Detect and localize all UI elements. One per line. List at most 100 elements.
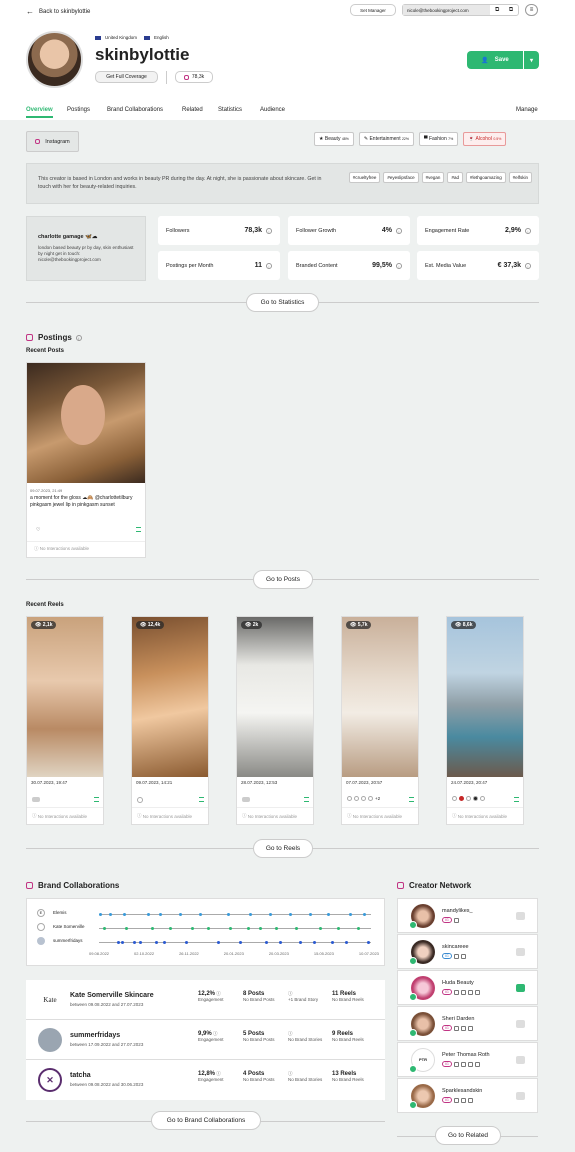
hashtag-chip[interactable]: #eyeslipsface (383, 172, 419, 183)
timeline-dot[interactable] (337, 927, 340, 930)
timeline-dot[interactable] (327, 913, 330, 916)
go-to-related-button[interactable]: Go to Related (435, 1126, 501, 1145)
timeline-dot[interactable] (275, 927, 278, 930)
instagram-followers-badge[interactable]: 78,3k (175, 71, 213, 83)
stats-icon[interactable] (199, 797, 204, 802)
timeline-dot[interactable] (239, 941, 242, 944)
category-chip[interactable]: ✎ Entertainment 22% (358, 132, 414, 146)
reel-card[interactable]: 👁 5,7k 07.07.2023, 20:57 +2 ⓘ No Interac… (341, 616, 419, 825)
timeline-dot[interactable] (357, 927, 360, 930)
folder-icon[interactable] (516, 1020, 525, 1028)
timeline-dot[interactable] (99, 913, 102, 916)
email-address[interactable]: nicole@thebookingproject.com (403, 5, 491, 15)
network-creator-row[interactable]: Sheri Darden IG (397, 1006, 538, 1041)
network-creator-row[interactable]: mandylikes_ IG (397, 898, 538, 933)
timeline-dot[interactable] (163, 941, 166, 944)
timeline-dot[interactable] (185, 941, 188, 944)
timeline-dot[interactable] (155, 941, 158, 944)
go-to-statistics-button[interactable]: Go to Statistics (246, 293, 319, 312)
timeline-dot[interactable] (169, 927, 172, 930)
tab-related[interactable]: Related (182, 107, 203, 113)
info-icon[interactable]: i (525, 262, 531, 269)
timeline-dot[interactable] (313, 941, 316, 944)
network-creator-row[interactable]: Sparklesandskin IG (397, 1078, 538, 1113)
hashtag-chip[interactable]: #elfskin (508, 172, 532, 183)
folder-icon[interactable] (516, 1056, 525, 1064)
manage-link[interactable]: Manage (516, 107, 538, 113)
folder-icon[interactable] (516, 1092, 525, 1100)
timeline-dot[interactable] (199, 913, 202, 916)
timeline-dot[interactable] (319, 927, 322, 930)
timeline-dot[interactable] (259, 927, 262, 930)
info-icon[interactable]: i (266, 227, 272, 234)
timeline-dot[interactable] (103, 927, 106, 930)
go-to-posts-button[interactable]: Go to Posts (253, 570, 313, 589)
timeline-dot[interactable] (309, 913, 312, 916)
timeline-dot[interactable] (331, 941, 334, 944)
go-to-brand-collaborations-button[interactable]: Go to Brand Collaborations (151, 1111, 261, 1130)
reel-card[interactable]: 👁 2k 28.07.2023, 12:53 ⓘ No Interactions… (236, 616, 314, 825)
network-creator-row[interactable]: PTR Peter Thomas Roth IG (397, 1042, 538, 1077)
timeline-dot[interactable] (179, 913, 182, 916)
info-icon[interactable]: i (396, 227, 402, 234)
hashtag-chip[interactable]: #crueltyfree (348, 172, 381, 183)
category-chip[interactable]: ▀ Fashion 7% (419, 132, 459, 146)
tab-statistics[interactable]: Statistics (218, 107, 242, 113)
hashtag-chip[interactable]: #vegan (421, 172, 445, 183)
timeline-dot[interactable] (299, 941, 302, 944)
network-creator-row[interactable]: skincareee IG (397, 934, 538, 969)
stats-icon[interactable] (409, 797, 414, 802)
timeline-dot[interactable] (345, 941, 348, 944)
brand-row[interactable]: summerfridays between 17.09.2022 and 27.… (26, 1020, 385, 1060)
timeline-dot[interactable] (269, 913, 272, 916)
timeline-dot[interactable] (117, 941, 120, 944)
reel-card[interactable]: 👁 2,1k 30.07.2023, 19:47 ⓘ No Interactio… (26, 616, 104, 825)
timeline-dot[interactable] (109, 913, 112, 916)
brand-row[interactable]: Kate Kate Somerville Skincare between 09… (26, 980, 385, 1020)
info-icon[interactable]: i (525, 227, 531, 234)
info-icon[interactable]: i (266, 262, 272, 269)
timeline-dot[interactable] (227, 913, 230, 916)
timeline-dot[interactable] (151, 927, 154, 930)
timeline-dot[interactable] (147, 913, 150, 916)
category-chip[interactable]: ★ Beauty 48% (314, 132, 354, 146)
category-chip-warning[interactable]: 🍷 Alcohol 0.5% (463, 132, 507, 146)
copy-icon[interactable]: ⧉ (490, 7, 504, 14)
network-creator-row[interactable]: Huda Beauty IG (397, 970, 538, 1005)
share-icon[interactable]: ⧉ (504, 7, 518, 14)
timeline-dot[interactable] (191, 927, 194, 930)
timeline-dot[interactable] (363, 913, 366, 916)
timeline-dot[interactable] (265, 941, 268, 944)
timeline-dot[interactable] (207, 927, 210, 930)
timeline-dot[interactable] (123, 913, 126, 916)
save-button[interactable]: 👤 Save (467, 51, 523, 69)
timeline-dot[interactable] (367, 941, 370, 944)
folder-icon[interactable] (516, 984, 525, 992)
post-card[interactable]: 09.07.2023, 21:49 a moment for the gloss… (26, 362, 146, 558)
back-link[interactable]: ← Back to skinbylottie (26, 7, 90, 16)
stats-icon[interactable] (304, 797, 309, 802)
info-icon[interactable]: i (396, 262, 402, 269)
save-dropdown-chevron-icon[interactable]: ▾ (523, 51, 539, 69)
timeline-dot[interactable] (121, 941, 124, 944)
timeline-dot[interactable] (229, 927, 232, 930)
timeline-dot[interactable] (279, 941, 282, 944)
get-full-coverage-button[interactable]: Get Full Coverage (95, 71, 158, 83)
hashtag-chip[interactable]: #ad (447, 172, 463, 183)
tab-audience[interactable]: Audience (260, 107, 285, 113)
timeline-dot[interactable] (249, 913, 252, 916)
stats-icon[interactable] (94, 797, 99, 802)
timeline-dot[interactable] (159, 913, 162, 916)
folder-icon[interactable] (516, 948, 525, 956)
profile-menu-icon[interactable]: ≡ (525, 4, 538, 16)
folder-icon[interactable] (516, 912, 525, 920)
info-icon[interactable]: i (75, 334, 82, 341)
reel-card[interactable]: 👁 8,6k 24.07.2023, 20:47 ⓘ No Interactio… (446, 616, 524, 825)
stats-icon[interactable] (514, 797, 519, 802)
timeline-dot[interactable] (247, 927, 250, 930)
reel-card[interactable]: 👁 12,4k 09.07.2023, 14:21 ⓘ No Interacti… (131, 616, 209, 825)
timeline-dot[interactable] (289, 913, 292, 916)
stats-icon[interactable] (136, 527, 141, 532)
timeline-dot[interactable] (295, 927, 298, 930)
brand-row[interactable]: ✕ tatcha between 09.08.2022 and 30.06.20… (26, 1060, 385, 1100)
